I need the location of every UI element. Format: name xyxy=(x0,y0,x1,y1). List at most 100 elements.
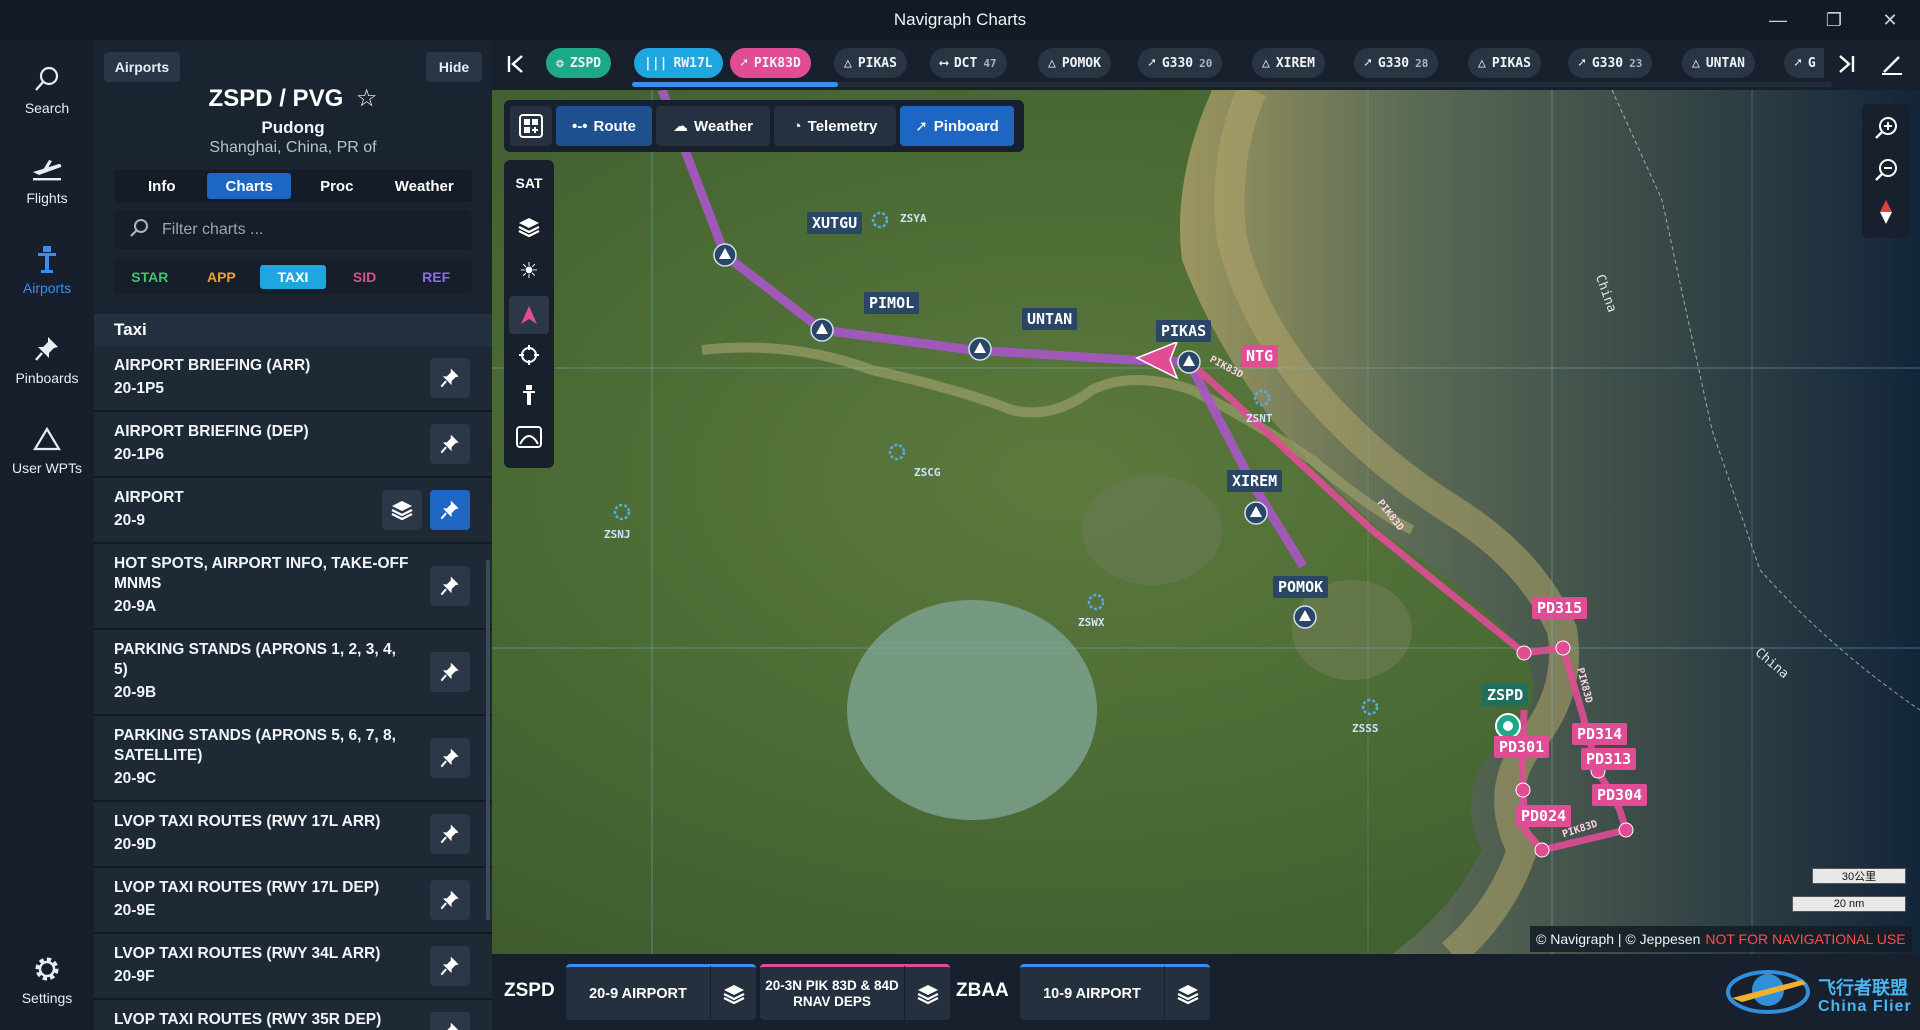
chart-row[interactable]: LVOP TAXI ROUTES (RWY 17L ARR) 20-9D xyxy=(94,802,492,868)
north-up-button[interactable] xyxy=(509,296,549,334)
strip-item-waypoint[interactable]: △ PIKAS xyxy=(1468,48,1541,78)
cat-star[interactable]: STAR xyxy=(117,265,183,289)
pin-button[interactable] xyxy=(430,814,470,854)
pin-button[interactable] xyxy=(430,880,470,920)
pin-button-active[interactable] xyxy=(430,490,470,530)
waypoint-label[interactable]: XIREM xyxy=(1227,470,1283,492)
rail-airports[interactable]: Airports xyxy=(0,230,94,310)
waypoint-marker-untan[interactable] xyxy=(968,337,992,361)
tower-button[interactable] xyxy=(509,376,549,414)
chart-row[interactable]: LVOP TAXI ROUTES (RWY 34L ARR) 20-9F xyxy=(94,934,492,1000)
strip-item-waypoint[interactable]: △ POMOK xyxy=(1038,48,1111,78)
route-button[interactable]: •-• Route xyxy=(556,106,652,146)
strip-item-airway[interactable]: ➚ G330 23 xyxy=(1568,48,1653,78)
cat-sid[interactable]: SID xyxy=(332,265,398,289)
fix-marker[interactable] xyxy=(1618,822,1634,838)
tab-proc[interactable]: Proc xyxy=(295,173,379,199)
chart-airport-label[interactable]: ZSPD xyxy=(504,980,555,1002)
strip-item-waypoint[interactable]: △ PIKAS xyxy=(834,48,907,78)
terrain-button[interactable] xyxy=(509,418,549,456)
hide-button[interactable]: Hide xyxy=(426,52,482,82)
pin-button[interactable] xyxy=(430,358,470,398)
chart-airport-label[interactable]: ZBAA xyxy=(956,980,1009,1002)
chart-tab[interactable]: 10-9 AIRPORT xyxy=(1020,964,1210,1022)
pinboard-button[interactable]: ➚ Pinboard xyxy=(900,106,1014,146)
rail-user-wpts[interactable]: User WPTs xyxy=(0,410,94,490)
maximize-button[interactable]: ❐ xyxy=(1806,0,1862,40)
airport-label[interactable]: ZSNJ xyxy=(604,528,631,541)
waypoint-label[interactable]: PIMOL xyxy=(864,292,920,314)
cat-app[interactable]: APP xyxy=(188,265,254,289)
strip-item-airway[interactable]: ➚ G330 28 xyxy=(1354,48,1439,78)
tab-charts[interactable]: Charts xyxy=(207,173,292,199)
chart-row[interactable]: PARKING STANDS (APRONS 5, 6, 7, 8, SATEL… xyxy=(94,716,492,802)
rail-search[interactable]: Search xyxy=(0,50,94,130)
brightness-button[interactable]: ☀ xyxy=(509,252,549,290)
chart-row[interactable]: AIRPORT BRIEFING (DEP) 20-1P6 xyxy=(94,412,492,478)
fix-marker[interactable] xyxy=(1516,645,1532,661)
fix-label[interactable]: PD313 xyxy=(1581,748,1637,770)
fix-label[interactable]: NTG xyxy=(1241,345,1279,367)
strip-item-airway[interactable]: ➚ G xyxy=(1784,48,1824,78)
close-button[interactable]: ✕ xyxy=(1862,0,1918,40)
waypoint-marker-pikas[interactable] xyxy=(1177,350,1201,374)
panel-scrollbar[interactable] xyxy=(486,560,490,920)
chart-row[interactable]: AIRPORT 20-9 xyxy=(94,478,492,544)
waypoint-marker-xutgu[interactable] xyxy=(713,243,737,267)
waypoint-label[interactable]: PIKAS xyxy=(1156,320,1212,342)
fix-label[interactable]: PD315 xyxy=(1532,597,1588,619)
chart-row[interactable]: LVOP TAXI ROUTES (RWY 35R DEP) xyxy=(94,1000,492,1030)
airport-label[interactable]: ZSPD xyxy=(1482,684,1529,706)
airport-label[interactable]: ZSYA xyxy=(900,212,927,225)
fix-label[interactable]: PD024 xyxy=(1516,805,1572,827)
sat-toggle[interactable]: SAT xyxy=(509,164,549,202)
layers-icon[interactable] xyxy=(710,965,756,1022)
strip-item-waypoint[interactable]: △ XIREM xyxy=(1252,48,1325,78)
strip-item-airway[interactable]: ⟷ DCT 47 xyxy=(930,48,1007,78)
fix-marker[interactable] xyxy=(1555,640,1571,656)
airport-label[interactable]: ZSCG xyxy=(914,466,941,479)
fix-label[interactable]: PD304 xyxy=(1592,784,1648,806)
strip-item-sid[interactable]: ➚ PIK83D xyxy=(730,48,811,78)
fix-marker[interactable] xyxy=(1515,782,1531,798)
rail-settings[interactable]: Settings xyxy=(0,940,94,1020)
waypoint-marker-pimol[interactable] xyxy=(810,318,834,342)
map-layout-button[interactable] xyxy=(510,106,552,146)
chart-tab[interactable]: 20-3N PIK 83D & 84D RNAV DEPS xyxy=(760,964,950,1022)
layers-icon[interactable] xyxy=(904,965,950,1022)
chart-row[interactable]: HOT SPOTS, AIRPORT INFO, TAKE-OFF MNMS 2… xyxy=(94,544,492,630)
edit-route-button[interactable] xyxy=(1876,50,1908,78)
cat-taxi[interactable]: TAXI xyxy=(259,265,326,289)
waypoint-label[interactable]: POMOK xyxy=(1273,576,1329,598)
airport-marker-zspd[interactable] xyxy=(1495,713,1521,739)
filter-field[interactable] xyxy=(114,210,472,250)
pin-button[interactable] xyxy=(430,946,470,986)
strip-item-runway[interactable]: ||| RW17L xyxy=(634,48,723,78)
airports-chip[interactable]: Airports xyxy=(104,52,180,82)
strip-item-zspd[interactable]: ❂ ZSPD xyxy=(546,48,612,78)
airport-label[interactable]: ZSNT xyxy=(1246,412,1273,425)
rail-flights[interactable]: Flights xyxy=(0,140,94,220)
airport-label[interactable]: ZSSS xyxy=(1352,722,1379,735)
zoom-in-button[interactable] xyxy=(1866,108,1906,148)
airport-label[interactable]: ZSWX xyxy=(1078,616,1105,629)
chart-row[interactable]: AIRPORT BRIEFING (ARR) 20-1P5 xyxy=(94,346,492,412)
weather-button[interactable]: ☁ Weather xyxy=(656,106,770,146)
pin-button[interactable] xyxy=(430,738,470,778)
pin-button[interactable] xyxy=(430,424,470,464)
waypoint-label[interactable]: XUTGU xyxy=(807,212,863,234)
fix-label[interactable]: PD314 xyxy=(1572,723,1628,745)
telemetry-button[interactable]: ◔ Telemetry xyxy=(774,106,896,146)
chart-row[interactable]: PARKING STANDS (APRONS 1, 2, 3, 4, 5) 20… xyxy=(94,630,492,716)
waypoint-marker-pomok[interactable] xyxy=(1293,605,1317,629)
tab-info[interactable]: Info xyxy=(120,173,204,199)
fix-label[interactable]: PD301 xyxy=(1494,736,1550,758)
center-button[interactable] xyxy=(509,336,549,374)
last-waypoint-button[interactable] xyxy=(1832,50,1860,78)
favorite-star-icon[interactable]: ☆ xyxy=(356,85,378,112)
pin-button[interactable] xyxy=(430,652,470,692)
chart-tab[interactable]: 20-9 AIRPORT xyxy=(566,964,756,1022)
waypoint-marker-xirem[interactable] xyxy=(1244,501,1268,525)
fix-marker[interactable] xyxy=(1534,842,1550,858)
compass-button[interactable] xyxy=(1866,192,1906,232)
